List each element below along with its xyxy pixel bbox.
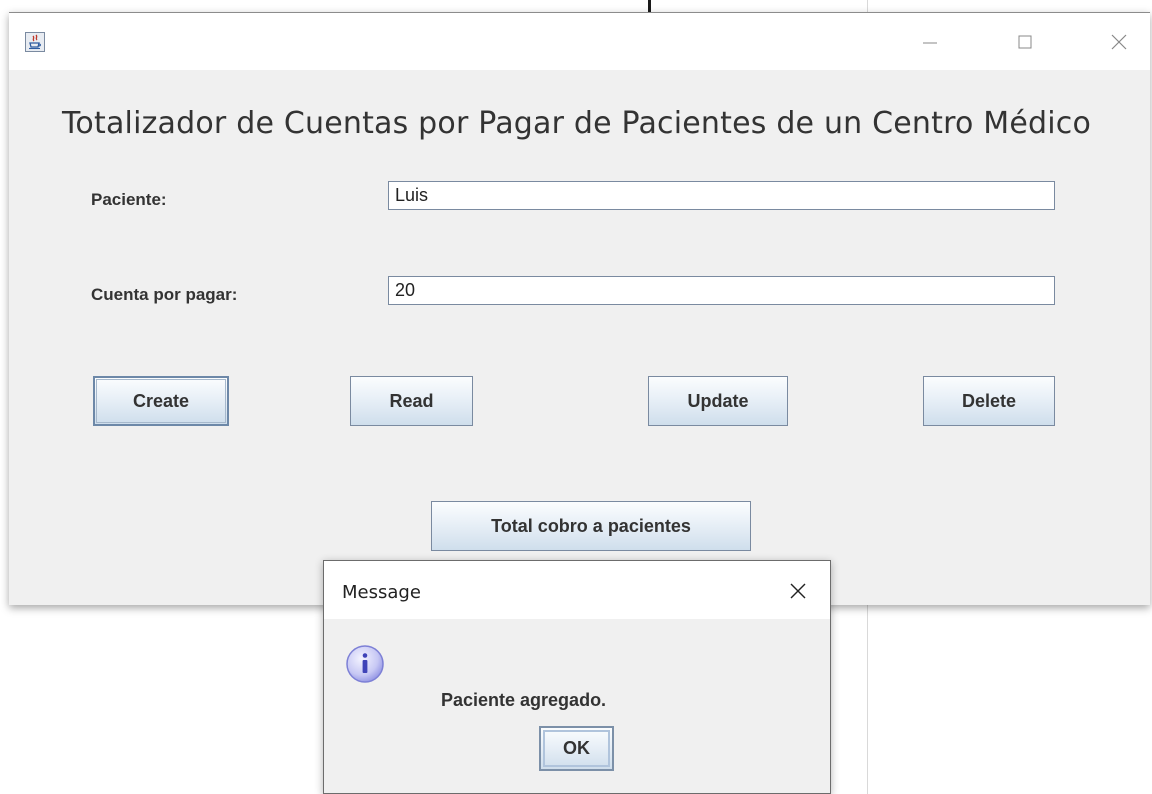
page-title: Totalizador de Cuentas por Pagar de Paci… (62, 106, 1092, 141)
read-button[interactable]: Read (350, 376, 473, 426)
paciente-input[interactable] (388, 181, 1055, 210)
close-icon (1111, 34, 1127, 50)
info-icon (346, 645, 384, 683)
maximize-button[interactable] (1010, 30, 1040, 54)
message-dialog: Message Paciente agregado. OK (323, 560, 831, 794)
delete-button[interactable]: Delete (923, 376, 1055, 426)
dialog-message: Paciente agregado. (441, 690, 607, 710)
create-button[interactable]: Create (93, 376, 229, 426)
update-button[interactable]: Update (648, 376, 788, 426)
cuenta-input[interactable] (388, 276, 1055, 305)
minimize-icon (923, 42, 937, 44)
desktop-background (0, 0, 1152, 11)
close-icon (790, 583, 806, 599)
maximize-icon (1018, 35, 1032, 49)
minimize-button[interactable] (915, 30, 945, 54)
java-app-icon[interactable] (25, 32, 45, 52)
cuenta-label: Cuenta por pagar: (91, 285, 238, 304)
paciente-label: Paciente: (91, 190, 167, 209)
close-button[interactable] (1104, 30, 1134, 54)
main-window: Totalizador de Cuentas por Pagar de Paci… (9, 12, 1150, 605)
window-titlebar[interactable] (9, 13, 1150, 70)
dialog-title: Message (342, 582, 421, 603)
dialog-titlebar[interactable]: Message (324, 561, 830, 619)
total-button[interactable]: Total cobro a pacientes (431, 501, 751, 551)
dialog-close-button[interactable] (783, 578, 813, 604)
ok-button[interactable]: OK (539, 726, 614, 771)
